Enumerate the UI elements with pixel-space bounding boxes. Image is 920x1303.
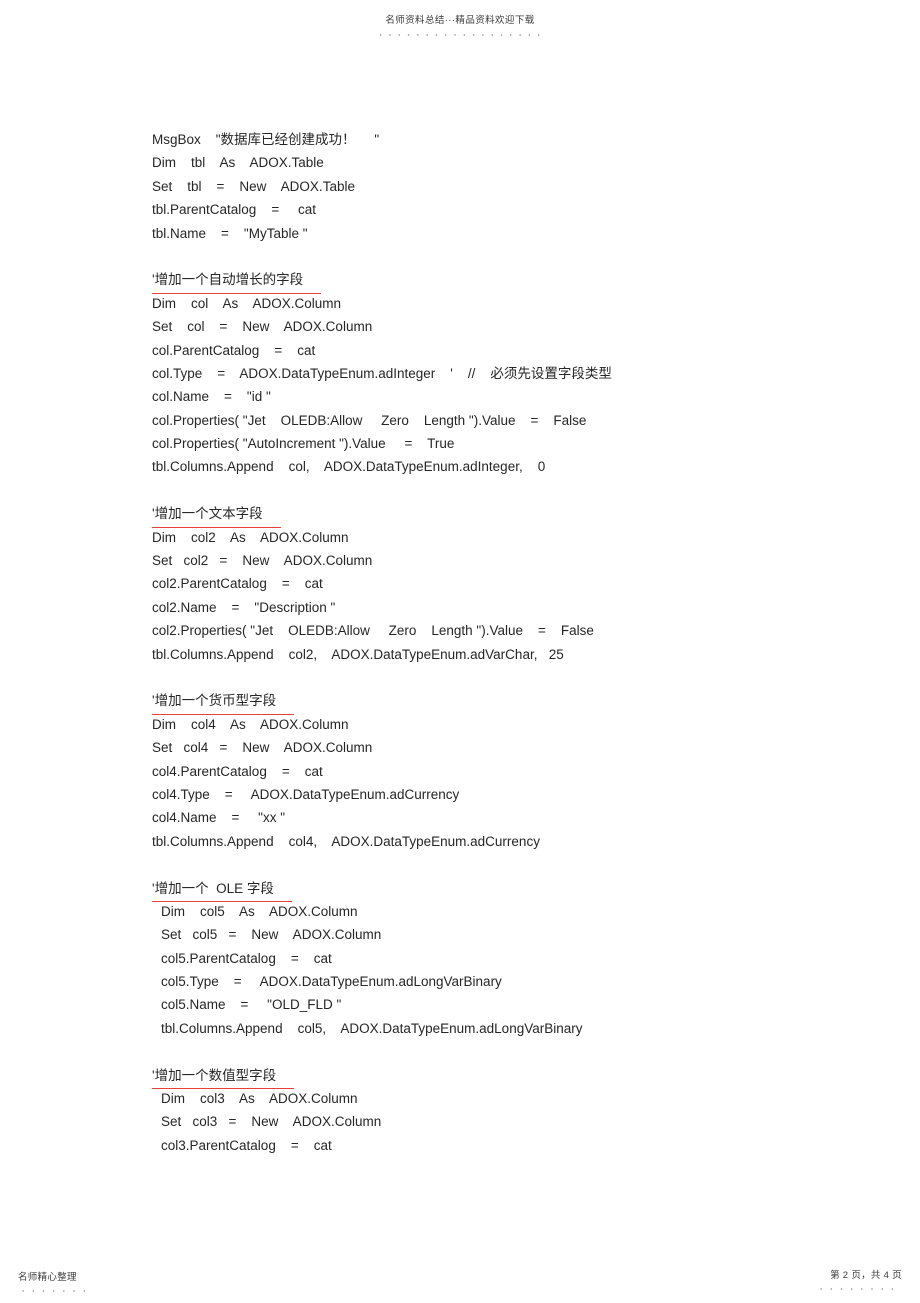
- code-comment-line: '增加一个数值型字段: [152, 1064, 872, 1090]
- code-comment-line: '增加一个文本字段: [152, 502, 872, 528]
- code-line: Set col2 = New ADOX.Column: [152, 553, 373, 569]
- footer-left-dotted-rule: [18, 1286, 90, 1292]
- code-line: col5.Name = "OLD_FLD ": [161, 997, 342, 1013]
- page-number-indicator: 第 2 页，共 4 页: [830, 1270, 902, 1281]
- code-line: tbl.Name = "MyTable ": [152, 225, 308, 241]
- code-line: col4.Type = ADOX.DataTypeEnum.adCurrency: [152, 786, 460, 802]
- code-line: col.Type = ADOX.DataTypeEnum.adInteger '…: [152, 365, 612, 381]
- code-comment-line: '增加一个货币型字段: [152, 689, 872, 715]
- footer-right-dotted-rule: [816, 1284, 902, 1290]
- code-line: Set col = New ADOX.Column: [152, 319, 373, 335]
- code-comment-line: '增加一个自动增长的字段: [152, 268, 872, 294]
- code-line: MsgBox "数据库已经创建成功！ ": [152, 132, 380, 147]
- code-line: Set col5 = New ADOX.Column: [161, 927, 382, 943]
- code-comment-text: '增加一个货币型字段: [152, 689, 295, 715]
- code-line: tbl.Columns.Append col5, ADOX.DataTypeEn…: [161, 1020, 583, 1036]
- code-comment-text: '增加一个数值型字段: [152, 1064, 295, 1090]
- code-line: Dim col4 As ADOX.Column: [152, 716, 349, 732]
- code-line: tbl.ParentCatalog = cat: [152, 202, 316, 218]
- code-line: col2.Properties( "Jet OLEDB:Allow Zero L…: [152, 623, 594, 639]
- code-line: Set col3 = New ADOX.Column: [161, 1114, 382, 1130]
- code-line: Dim col3 As ADOX.Column: [161, 1091, 358, 1107]
- code-line: col.Name = "id ": [152, 389, 271, 405]
- code-comment-text: '增加一个 OLE 字段: [152, 877, 292, 902]
- footer-left-group: 名师精心整理: [18, 1269, 90, 1292]
- code-line: col2.ParentCatalog = cat: [152, 576, 323, 592]
- page-header: 名师资料总结···精品资料欢迎下载: [0, 10, 920, 36]
- code-comment-text: '增加一个文本字段: [152, 502, 281, 528]
- code-comment-text: '增加一个自动增长的字段: [152, 268, 322, 294]
- code-line: Dim col As ADOX.Column: [152, 295, 342, 311]
- footer-left-text: 名师精心整理: [18, 1272, 77, 1283]
- code-line: col4.ParentCatalog = cat: [152, 763, 323, 779]
- code-line: col.ParentCatalog = cat: [152, 342, 316, 358]
- code-line: Dim tbl As ADOX.Table: [152, 155, 324, 171]
- code-line: col4.Name = "xx ": [152, 810, 286, 826]
- header-dotted-rule: [376, 30, 544, 36]
- code-line: Set col4 = New ADOX.Column: [152, 740, 373, 756]
- code-line: Dim col5 As ADOX.Column: [161, 903, 358, 919]
- code-line: col5.ParentCatalog = cat: [161, 950, 332, 966]
- code-comment-line: '增加一个 OLE 字段: [152, 877, 872, 902]
- code-line: col3.ParentCatalog = cat: [161, 1137, 332, 1153]
- code-line: col5.Type = ADOX.DataTypeEnum.adLongVarB…: [161, 974, 502, 990]
- footer-right-group: 第 2 页，共 4 页: [816, 1267, 902, 1290]
- code-line: col.Properties( "AutoIncrement ").Value …: [152, 436, 455, 452]
- code-line: tbl.Columns.Append col2, ADOX.DataTypeEn…: [152, 646, 564, 662]
- code-line: col.Properties( "Jet OLEDB:Allow Zero Le…: [152, 412, 587, 428]
- code-line: tbl.Columns.Append col4, ADOX.DataTypeEn…: [152, 833, 540, 849]
- document-body: MsgBox "数据库已经创建成功！ " Dim tbl As ADOX.Tabl…: [152, 128, 872, 1157]
- header-watermark-text: 名师资料总结···精品资料欢迎下载: [385, 15, 535, 26]
- code-line: Dim col2 As ADOX.Column: [152, 529, 349, 545]
- code-line: Set tbl = New ADOX.Table: [152, 178, 355, 194]
- code-line: tbl.Columns.Append col, ADOX.DataTypeEnu…: [152, 459, 546, 475]
- code-line: col2.Name = "Description ": [152, 599, 336, 615]
- page-footer: 名师精心整理 第 2 页，共 4 页: [0, 1257, 920, 1297]
